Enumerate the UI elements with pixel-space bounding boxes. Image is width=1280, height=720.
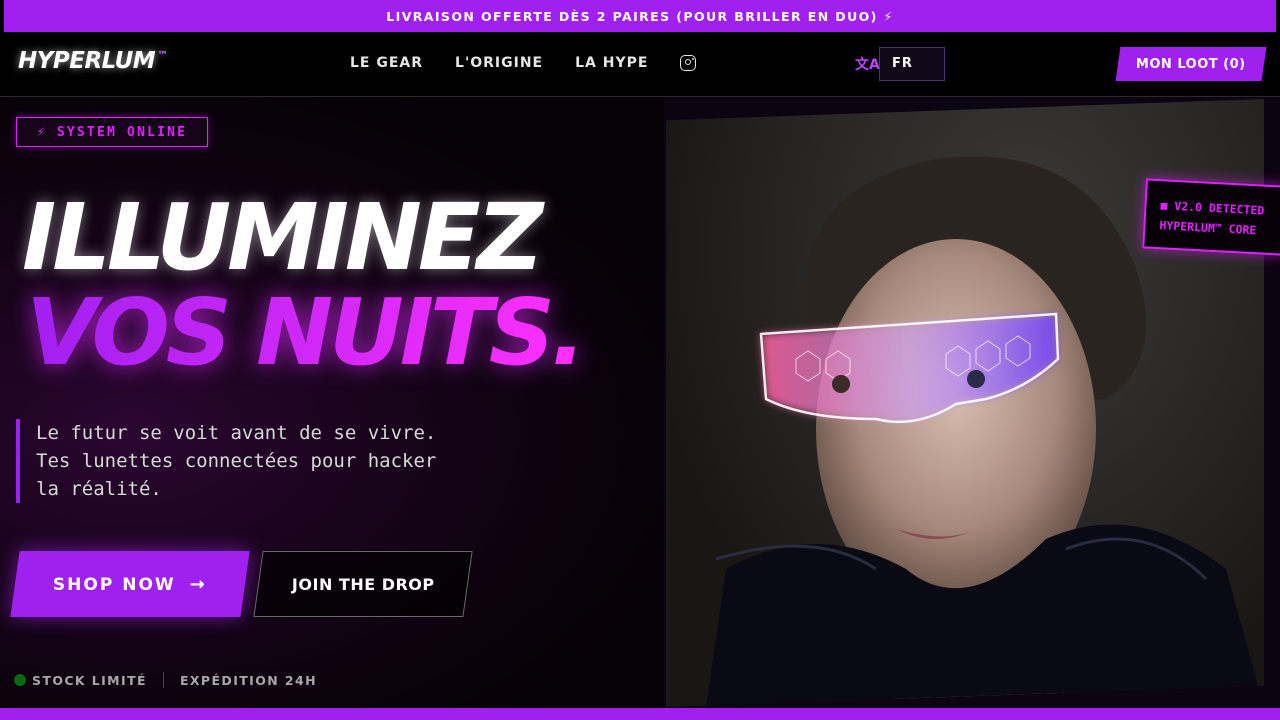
language-select[interactable]: FR	[879, 47, 945, 81]
nav-link-hype[interactable]: LA HYPE	[575, 55, 648, 71]
arrow-right-icon: →	[189, 573, 207, 595]
nav-link-origine[interactable]: L'ORIGINE	[455, 55, 543, 71]
bottom-accent-bar	[0, 708, 1280, 720]
promo-banner: LIVRAISON OFFERTE DÈS 2 PAIRES (POUR BRI…	[4, 0, 1276, 32]
shop-now-button[interactable]: SHOP NOW →	[10, 551, 250, 617]
promo-text: LIVRAISON OFFERTE DÈS 2 PAIRES (POUR BRI…	[386, 8, 894, 24]
site-header: HYPERLUM ™ LE GEAR L'ORIGINE LA HYPE 文A F…	[0, 32, 1280, 97]
shop-now-label: SHOP NOW	[53, 574, 176, 594]
translate-icon: 文A	[855, 57, 880, 73]
hero-title-line2: VOS NUITS.	[26, 279, 586, 386]
hero-title-line1: ILLUMINEZ	[22, 184, 543, 291]
logo[interactable]: HYPERLUM ™	[18, 48, 168, 74]
hero-description-line: Le futur se voit avant de se vivre.	[36, 422, 437, 444]
nav-link-gear[interactable]: LE GEAR	[350, 55, 423, 71]
logo-text: HYPERLUM	[18, 48, 156, 74]
shipping-label: EXPÉDITION 24H	[179, 672, 317, 688]
join-drop-button[interactable]: JOIN THE DROP	[253, 551, 473, 617]
product-detected-badge: ■ V2.0 DETECTED HYPERLUM™ CORE	[1142, 178, 1280, 256]
stock-label: STOCK LIMITÉ	[32, 672, 147, 688]
hero-description: Le futur se voit avant de se vivre. Tes …	[16, 419, 476, 503]
join-drop-label: JOIN THE DROP	[291, 574, 435, 594]
stock-info: STOCK LIMITÉ EXPÉDITION 24H	[14, 672, 317, 688]
hero-section: ⚡ SYSTEM ONLINE ILLUMINEZ VOS NUITS. Le …	[0, 97, 664, 708]
hero-description-line: la réalité.	[36, 478, 162, 500]
main-nav: LE GEAR L'ORIGINE LA HYPE	[350, 54, 697, 71]
hero-description-line: Tes lunettes connectées pour hacker	[36, 450, 437, 472]
cart-label: MON LOOT (0)	[1136, 56, 1246, 72]
instagram-icon[interactable]	[680, 55, 697, 71]
divider	[162, 672, 164, 688]
logo-tm: ™	[157, 49, 168, 63]
status-badge: ⚡ SYSTEM ONLINE	[16, 117, 208, 147]
cart-button[interactable]: MON LOOT (0)	[1115, 47, 1267, 81]
stock-status-dot	[14, 674, 26, 686]
